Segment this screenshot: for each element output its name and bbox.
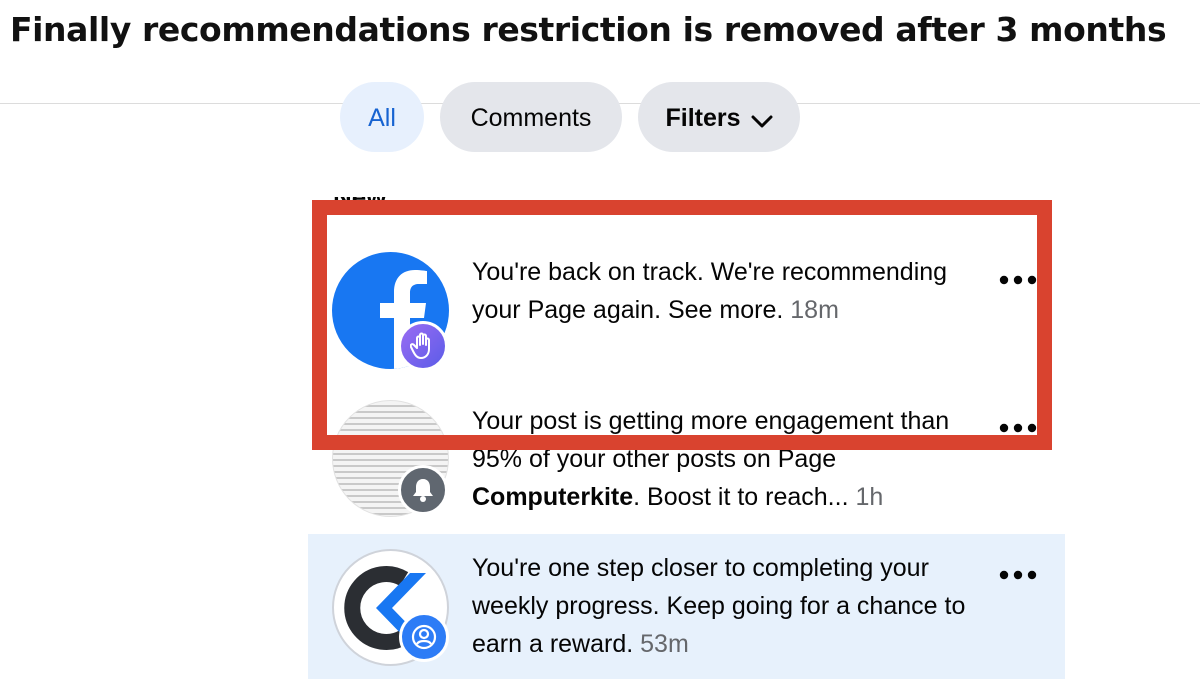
more-options-icon[interactable] — [999, 275, 1043, 285]
notification-text: Your post is getting more engagement tha… — [472, 407, 950, 511]
notification-text: You're back on track. We're recommending… — [472, 258, 948, 324]
person-icon — [399, 612, 449, 662]
headline-title: Finally recommendations restriction is r… — [10, 10, 1167, 49]
notification-time: 53m — [640, 630, 689, 658]
filter-comments-label: Comments — [470, 104, 592, 132]
section-heading-new: New — [333, 197, 387, 212]
chevron-down-icon — [751, 115, 773, 128]
filter-comments-chip[interactable]: Comments — [440, 82, 622, 152]
notification-time: 18m — [790, 296, 839, 324]
filter-all-label: All — [368, 104, 396, 132]
notification-time: 1h — [855, 483, 884, 511]
filter-all-chip[interactable]: All — [340, 82, 424, 152]
notification-text: You're one step closer to completing you… — [472, 554, 966, 658]
page-name[interactable]: Computerkite — [472, 483, 633, 511]
more-options-icon[interactable] — [999, 570, 1043, 580]
raised-hand-icon — [398, 321, 448, 371]
bell-icon — [398, 465, 448, 515]
more-options-icon[interactable] — [999, 423, 1043, 433]
filters-dropdown-chip[interactable]: Filters — [638, 82, 800, 152]
filters-dropdown-label: Filters — [665, 104, 741, 132]
